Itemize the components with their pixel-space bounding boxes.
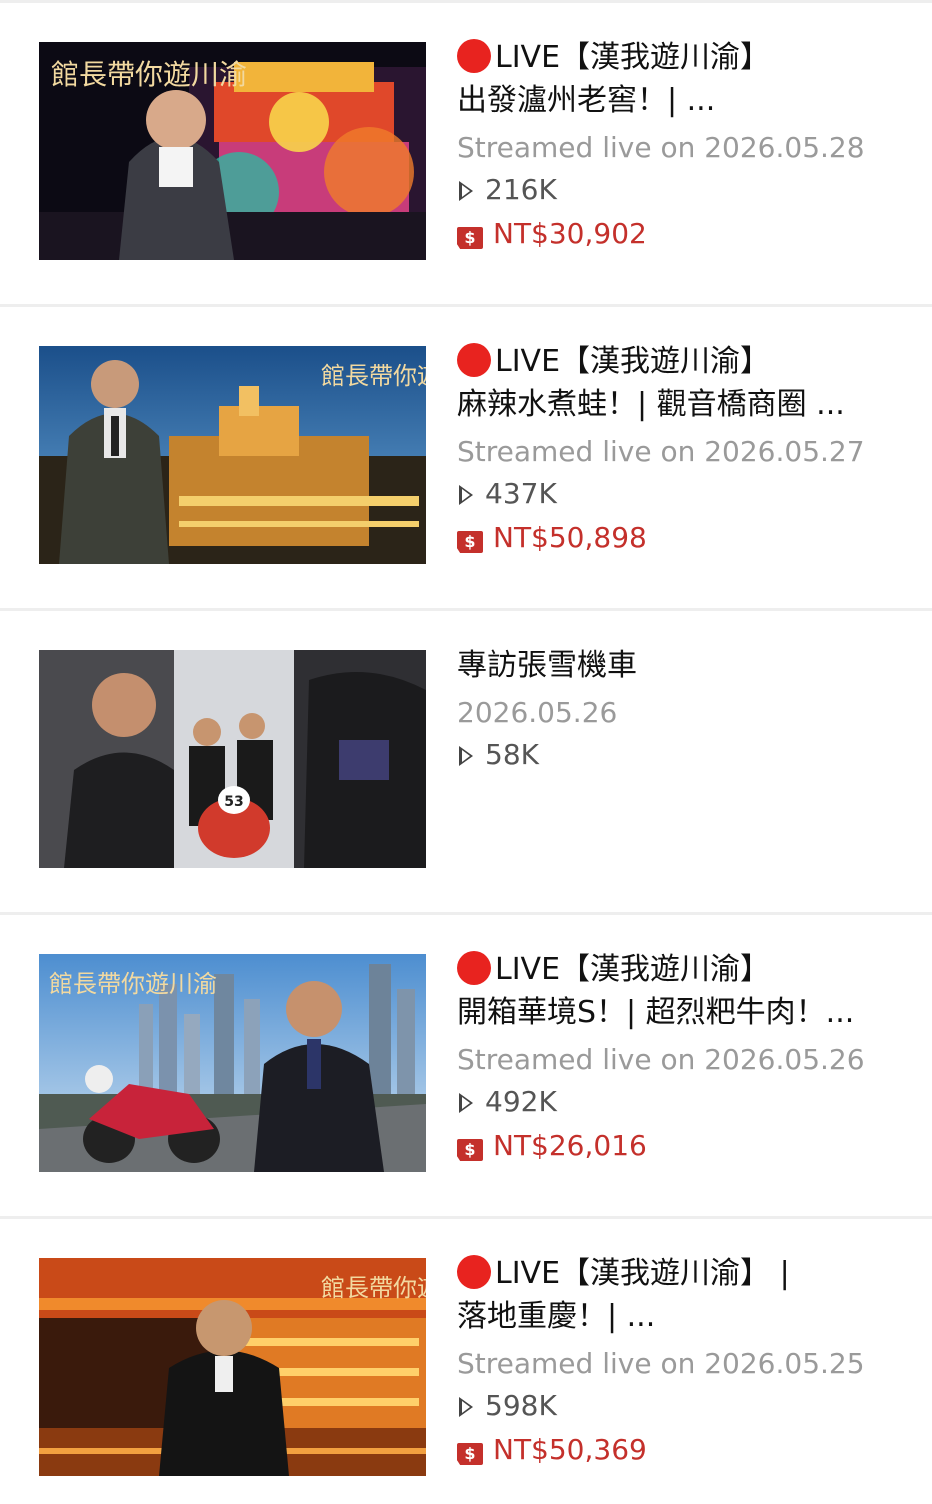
play-icon — [459, 1093, 473, 1113]
video-list: 館長帶你遊川渝 LIVE【漢我遊川渝】 出發瀘州老窖！| ... Streame… — [0, 0, 932, 1504]
video-item[interactable]: 館長帶你遊川渝 LIVE【漢我遊川渝】 開箱華境S！| 超烈粑牛肉！... St… — [0, 914, 932, 1214]
thumbnail-image: 53 — [39, 650, 426, 868]
play-icon — [459, 485, 473, 505]
video-title[interactable]: LIVE【漢我遊川渝】 開箱華境S！| 超烈粑牛肉！... — [457, 948, 902, 1034]
video-date: Streamed live on 2026.05.25 — [457, 1347, 865, 1380]
super-chat-dollar-icon: $ — [457, 1139, 483, 1161]
play-icon — [459, 181, 473, 201]
thumbnail-image: 館長帶你遊川渝 — [39, 954, 426, 1172]
live-indicator-icon — [457, 39, 491, 73]
super-chat-amount: $ NT$50,369 — [457, 1428, 902, 1472]
svg-text:館長帶你遊川渝: 館長帶你遊川渝 — [49, 970, 217, 998]
video-date: Streamed live on 2026.05.28 — [457, 131, 865, 164]
video-meta: LIVE【漢我遊川渝】 麻辣水煮蛙！| 觀音橋商圈 ... Streamed l… — [457, 340, 902, 560]
video-item[interactable]: 館長帶你遊川渝 LIVE【漢我遊川渝】 | 落地重慶！| ... Streame… — [0, 1218, 932, 1504]
live-indicator-icon — [457, 1255, 491, 1289]
live-indicator-icon — [457, 343, 491, 377]
live-indicator-icon — [457, 951, 491, 985]
video-title[interactable]: LIVE【漢我遊川渝】 出發瀘州老窖！| ... — [457, 36, 902, 122]
video-date: Streamed live on 2026.05.27 — [457, 435, 865, 468]
svg-text:館長帶你遊川渝: 館長帶你遊川渝 — [51, 58, 247, 91]
video-meta: 專訪張雪機車 2026.05.26 58K — [457, 644, 902, 777]
view-count: 58K — [457, 733, 902, 777]
video-item[interactable]: 53 專訪張雪機車 2026.05.26 58K — [0, 610, 932, 910]
video-thumbnail[interactable]: 館長帶你遊川渝 — [39, 954, 426, 1172]
play-icon — [459, 1397, 473, 1417]
view-count: 437K — [457, 472, 902, 516]
super-chat-amount: $ NT$50,898 — [457, 516, 902, 560]
video-date: 2026.05.26 — [457, 696, 618, 729]
video-title[interactable]: 專訪張雪機車 — [457, 644, 902, 687]
video-thumbnail[interactable]: 館長帶你遊川渝 — [39, 1258, 426, 1476]
thumbnail-image: 館長帶你遊川渝 — [39, 346, 426, 564]
svg-text:53: 53 — [224, 794, 243, 810]
video-title[interactable]: LIVE【漢我遊川渝】 麻辣水煮蛙！| 觀音橋商圈 ... — [457, 340, 902, 426]
view-count: 216K — [457, 168, 902, 212]
super-chat-dollar-icon: $ — [457, 227, 483, 249]
view-count: 598K — [457, 1384, 902, 1428]
thumbnail-image: 館長帶你遊川渝 — [39, 42, 426, 260]
thumbnail-image: 館長帶你遊川渝 — [39, 1258, 426, 1476]
super-chat-amount: $ NT$30,902 — [457, 212, 902, 256]
video-item[interactable]: 館長帶你遊川渝 LIVE【漢我遊川渝】 出發瀘州老窖！| ... Streame… — [0, 2, 932, 302]
play-icon — [459, 746, 473, 766]
view-count: 492K — [457, 1080, 902, 1124]
video-thumbnail[interactable]: 館長帶你遊川渝 — [39, 42, 426, 260]
video-meta: LIVE【漢我遊川渝】 開箱華境S！| 超烈粑牛肉！... Streamed l… — [457, 948, 902, 1168]
super-chat-dollar-icon: $ — [457, 1443, 483, 1465]
video-thumbnail[interactable]: 53 — [39, 650, 426, 868]
super-chat-amount: $ NT$26,016 — [457, 1124, 902, 1168]
svg-text:館長帶你遊川渝: 館長帶你遊川渝 — [321, 1274, 426, 1302]
video-meta: LIVE【漢我遊川渝】 出發瀘州老窖！| ... Streamed live o… — [457, 36, 902, 256]
svg-text:館長帶你遊川渝: 館長帶你遊川渝 — [321, 362, 426, 390]
video-meta: LIVE【漢我遊川渝】 | 落地重慶！| ... Streamed live o… — [457, 1252, 902, 1472]
video-date: Streamed live on 2026.05.26 — [457, 1043, 865, 1076]
video-title[interactable]: LIVE【漢我遊川渝】 | 落地重慶！| ... — [457, 1252, 902, 1338]
video-thumbnail[interactable]: 館長帶你遊川渝 — [39, 346, 426, 564]
super-chat-dollar-icon: $ — [457, 531, 483, 553]
video-item[interactable]: 館長帶你遊川渝 LIVE【漢我遊川渝】 麻辣水煮蛙！| 觀音橋商圈 ... St… — [0, 306, 932, 606]
